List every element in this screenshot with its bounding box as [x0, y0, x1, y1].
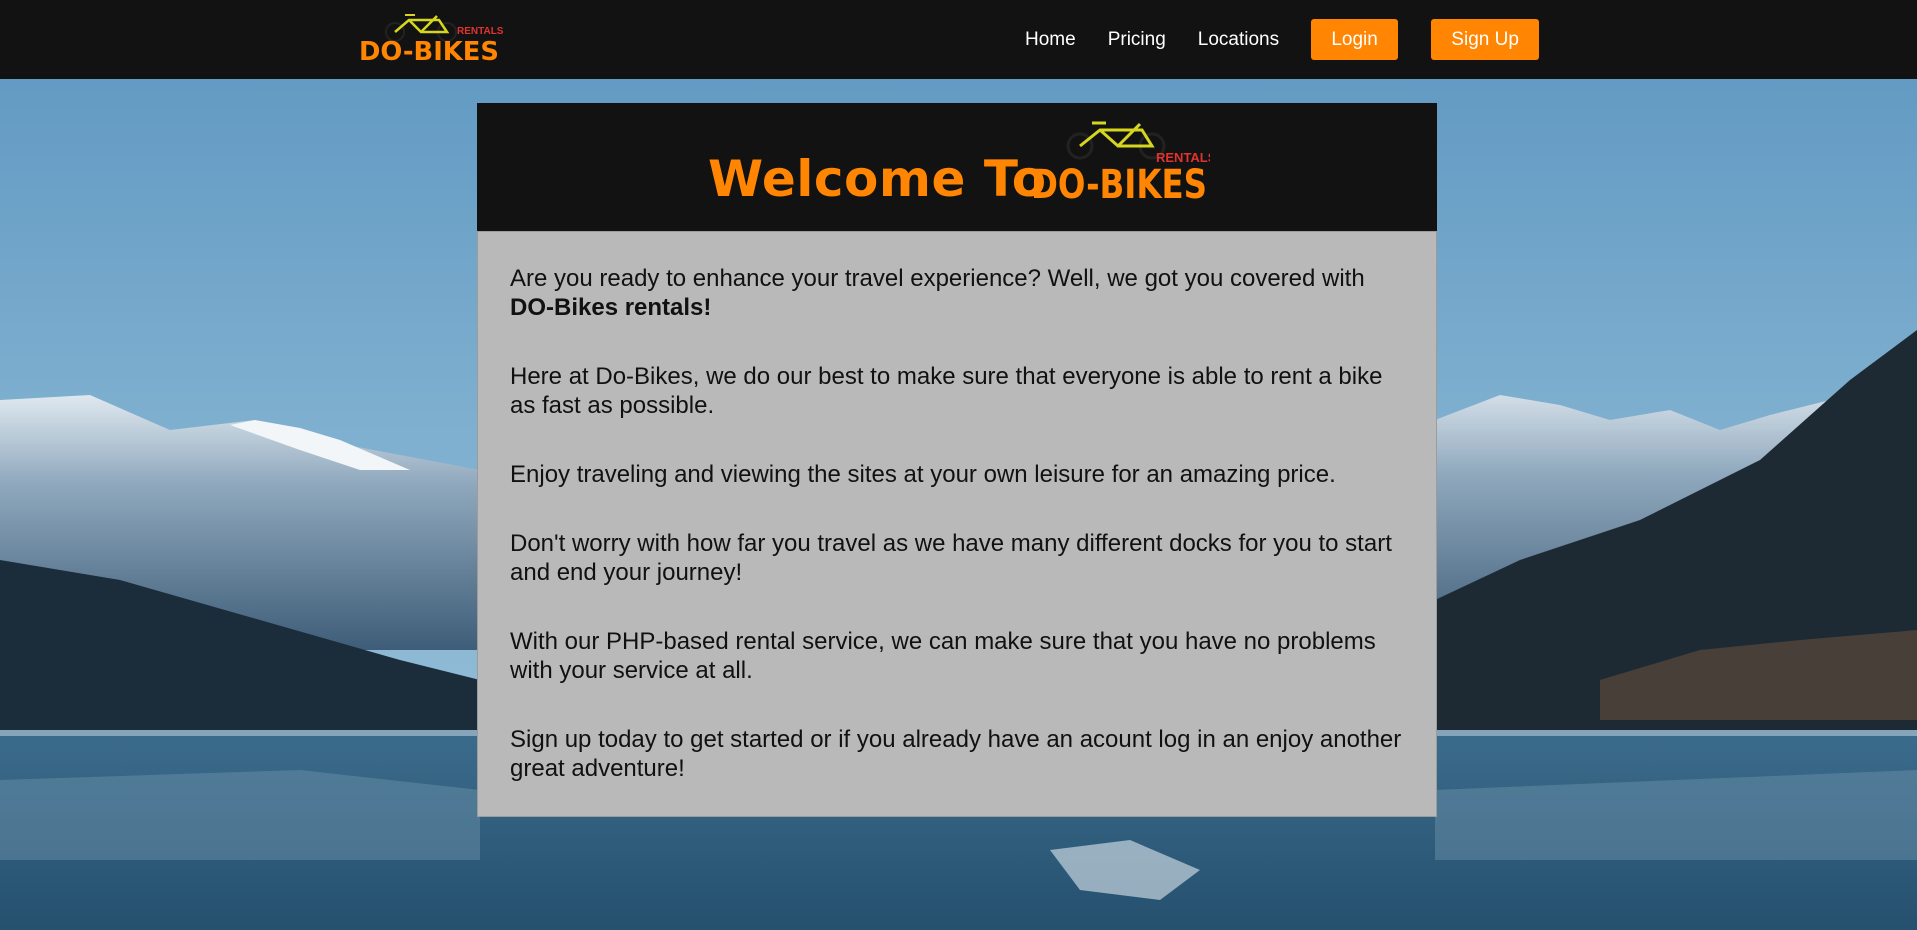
main-nav: Home Pricing Locations Login Sign Up — [1025, 0, 1540, 79]
intro-paragraph-1: Are you ready to enhance your travel exp… — [510, 264, 1410, 322]
intro-paragraph-1-bold: DO-Bikes rentals! — [510, 294, 712, 321]
nav-link-locations[interactable]: Locations — [1198, 29, 1279, 51]
intro-paragraph-5: With our PHP-based rental service, we ca… — [510, 628, 1376, 684]
nav-link-pricing[interactable]: Pricing — [1108, 29, 1166, 51]
hero-logo: RENTALS DO-BIKES — [1030, 118, 1217, 208]
signup-button[interactable]: Sign Up — [1431, 19, 1540, 60]
welcome-title: Welcome To — [708, 150, 1047, 208]
intro-paragraph-1-text: Are you ready to enhance your travel exp… — [510, 265, 1365, 292]
bicycle-icon: RENTALS DO-BIKES — [1031, 121, 1217, 208]
bicycle-icon: RENTALS DO-BIKES — [359, 14, 504, 67]
brand-logo-text: DO-BIKES — [359, 37, 499, 66]
top-navbar: RENTALS DO-BIKES Home Pricing Locations … — [0, 0, 1917, 79]
nav-link-home[interactable]: Home — [1025, 29, 1076, 51]
hero-logo-text: DO-BIKES — [1031, 162, 1207, 206]
intro-paragraph-3: Enjoy traveling and viewing the sites at… — [510, 461, 1336, 488]
brand-logo[interactable]: RENTALS DO-BIKES — [357, 12, 504, 67]
brand-logo-sub: RENTALS — [457, 26, 503, 37]
intro-paragraph-4: Don't worry with how far you travel as w… — [510, 530, 1392, 586]
login-button[interactable]: Login — [1311, 19, 1399, 60]
intro-card: Are you ready to enhance your travel exp… — [477, 231, 1437, 817]
intro-paragraph-6: Sign up today to get started or if you a… — [510, 726, 1402, 782]
intro-paragraph-2: Here at Do-Bikes, we do our best to make… — [510, 363, 1383, 419]
